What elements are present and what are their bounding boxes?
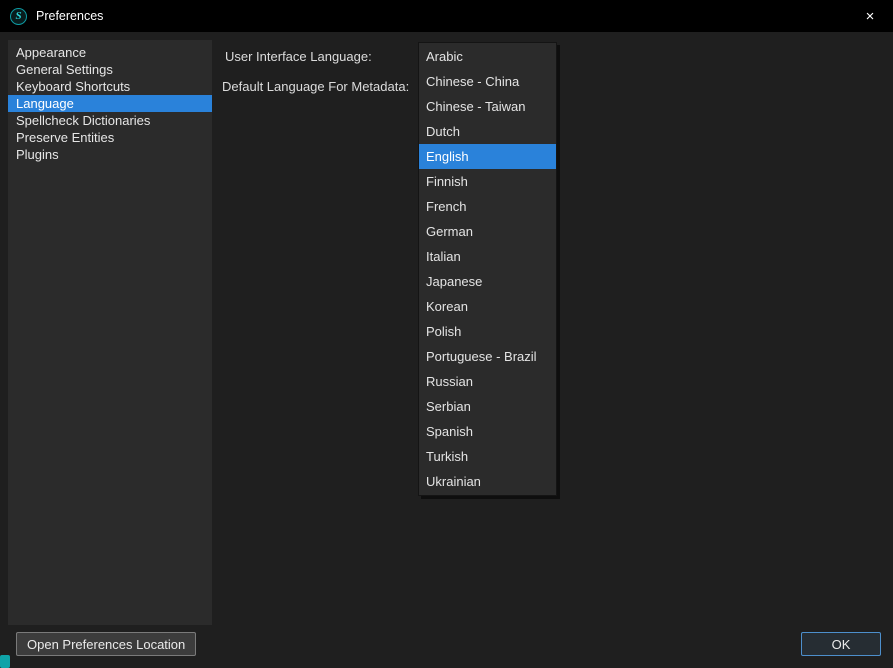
dropdown-option-serbian[interactable]: Serbian — [419, 394, 556, 419]
dropdown-option-chinese-taiwan[interactable]: Chinese - Taiwan — [419, 94, 556, 119]
ok-button[interactable]: OK — [801, 632, 881, 656]
preferences-category-list: Appearance General Settings Keyboard Sho… — [8, 40, 212, 625]
dropdown-option-chinese-china[interactable]: Chinese - China — [419, 69, 556, 94]
open-preferences-location-button[interactable]: Open Preferences Location — [16, 632, 196, 656]
sidebar-item-preserve-entities[interactable]: Preserve Entities — [8, 129, 212, 146]
dropdown-option-polish[interactable]: Polish — [419, 319, 556, 344]
window-title: Preferences — [36, 9, 103, 23]
dropdown-option-french[interactable]: French — [419, 194, 556, 219]
dropdown-option-turkish[interactable]: Turkish — [419, 444, 556, 469]
sidebar-item-keyboard-shortcuts[interactable]: Keyboard Shortcuts — [8, 78, 212, 95]
dropdown-option-dutch[interactable]: Dutch — [419, 119, 556, 144]
metadata-language-label: Default Language For Metadata: — [222, 79, 409, 94]
dropdown-option-korean[interactable]: Korean — [419, 294, 556, 319]
dropdown-option-arabic[interactable]: Arabic — [419, 44, 556, 69]
language-dropdown-list: Arabic Chinese - China Chinese - Taiwan … — [418, 42, 557, 496]
close-icon[interactable]: × — [847, 0, 893, 32]
sidebar-item-general-settings[interactable]: General Settings — [8, 61, 212, 78]
preferences-dialog: S Preferences × Appearance General Setti… — [0, 0, 893, 668]
dropdown-option-english[interactable]: English — [419, 144, 556, 169]
dropdown-option-spanish[interactable]: Spanish — [419, 419, 556, 444]
ui-language-label: User Interface Language: — [225, 49, 372, 64]
title-bar: S Preferences × — [0, 0, 893, 32]
dropdown-option-italian[interactable]: Italian — [419, 244, 556, 269]
sidebar-item-plugins[interactable]: Plugins — [8, 146, 212, 163]
sidebar-item-language[interactable]: Language — [8, 95, 212, 112]
dropdown-option-russian[interactable]: Russian — [419, 369, 556, 394]
background-app-icon — [0, 655, 10, 668]
sigil-app-icon: S — [10, 8, 27, 25]
sidebar-item-spellcheck-dictionaries[interactable]: Spellcheck Dictionaries — [8, 112, 212, 129]
dropdown-option-ukrainian[interactable]: Ukrainian — [419, 469, 556, 494]
sidebar-item-appearance[interactable]: Appearance — [8, 44, 212, 61]
dropdown-option-japanese[interactable]: Japanese — [419, 269, 556, 294]
dropdown-option-portuguese-brazil[interactable]: Portuguese - Brazil — [419, 344, 556, 369]
dropdown-option-german[interactable]: German — [419, 219, 556, 244]
dropdown-option-finnish[interactable]: Finnish — [419, 169, 556, 194]
